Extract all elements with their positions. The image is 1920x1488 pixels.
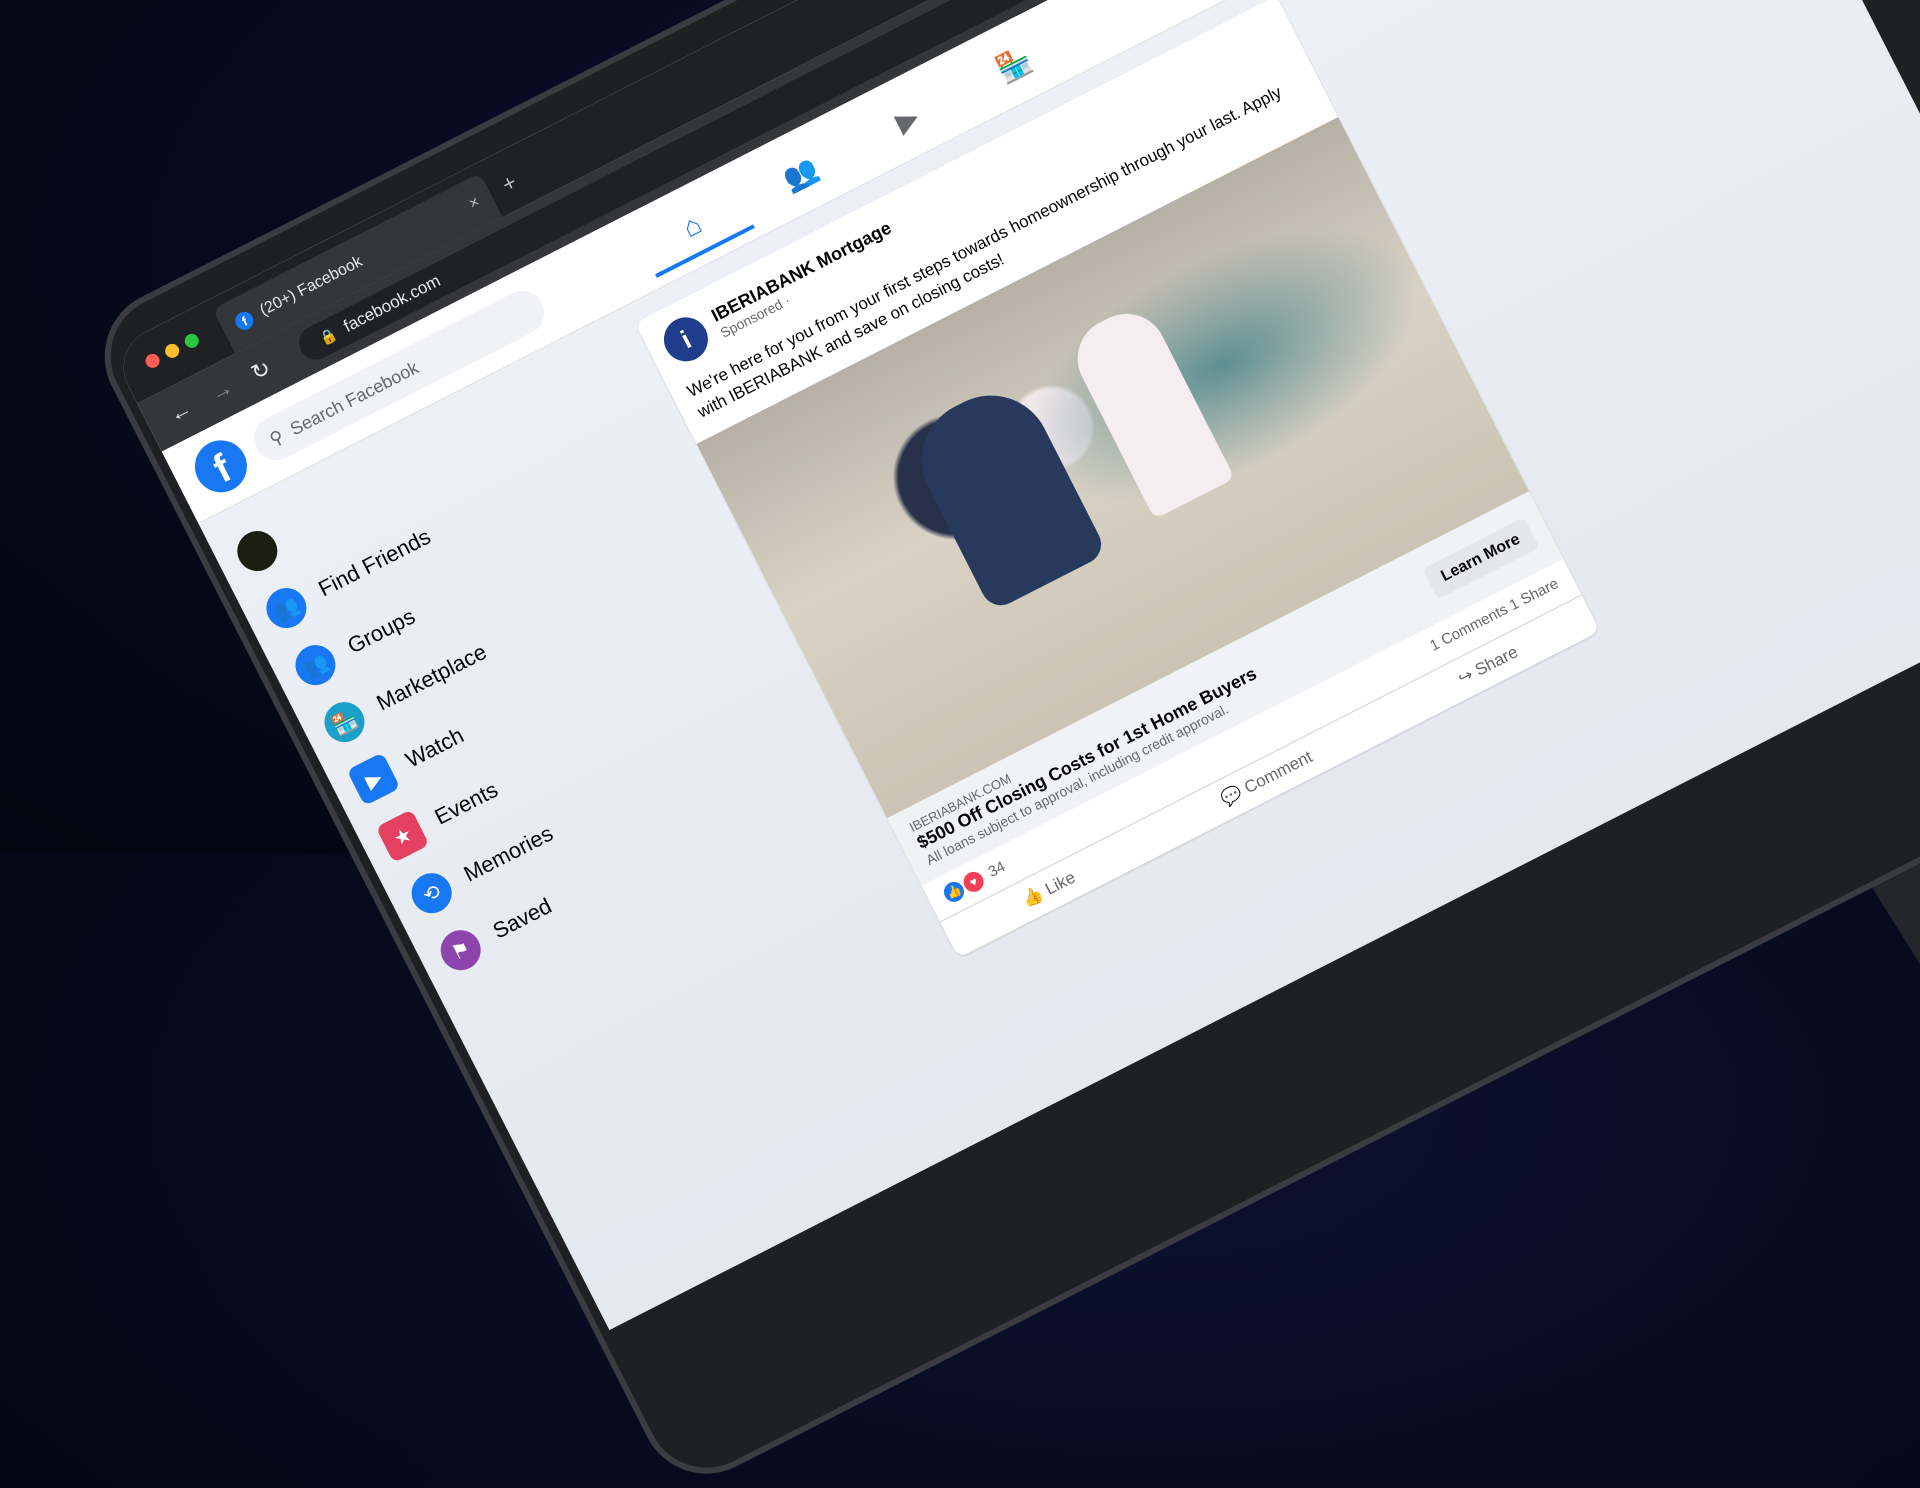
friends-icon: 👥: [777, 151, 823, 196]
minimize-window-button[interactable]: [162, 341, 182, 361]
new-tab-button[interactable]: +: [498, 169, 521, 198]
events-icon: ★: [375, 809, 430, 864]
back-icon[interactable]: ←: [165, 395, 196, 428]
photo-child: [1064, 300, 1236, 520]
maximize-window-button[interactable]: [182, 331, 202, 351]
home-icon: ⌂: [677, 208, 707, 244]
close-window-button[interactable]: [143, 351, 162, 371]
page-logo-icon[interactable]: i: [656, 309, 716, 369]
saved-icon: ⚑: [433, 923, 488, 978]
watch-icon: ▶: [346, 752, 401, 807]
find-friends-icon: 👥: [259, 581, 314, 635]
photo-father: [901, 374, 1109, 612]
facebook-logo-icon[interactable]: f: [185, 431, 256, 502]
facebook-favicon-icon: f: [232, 308, 257, 333]
sidebar-item-label: Events: [430, 776, 502, 830]
sidebar-item-label: Saved: [488, 893, 556, 944]
watch-icon: ▶: [890, 100, 924, 138]
forward-icon[interactable]: →: [206, 374, 237, 407]
share-label: Share: [1471, 642, 1521, 680]
groups-icon: 👥: [288, 638, 343, 692]
sidebar-item-label: Groups: [343, 603, 420, 659]
memories-icon: ⟲: [404, 866, 459, 921]
sidebar-item-label: Watch: [401, 722, 468, 773]
marketplace-icon: 🏪: [991, 42, 1037, 87]
tab-close-icon[interactable]: ×: [466, 193, 482, 213]
reload-icon[interactable]: ↻: [247, 355, 275, 387]
like-label: Like: [1042, 867, 1079, 899]
marketplace-icon: 🏪: [317, 695, 372, 750]
search-icon: ⚲: [266, 425, 287, 450]
avatar: [230, 524, 285, 578]
reaction-count: 34: [985, 858, 1009, 882]
lock-icon: 🔒: [316, 324, 340, 348]
